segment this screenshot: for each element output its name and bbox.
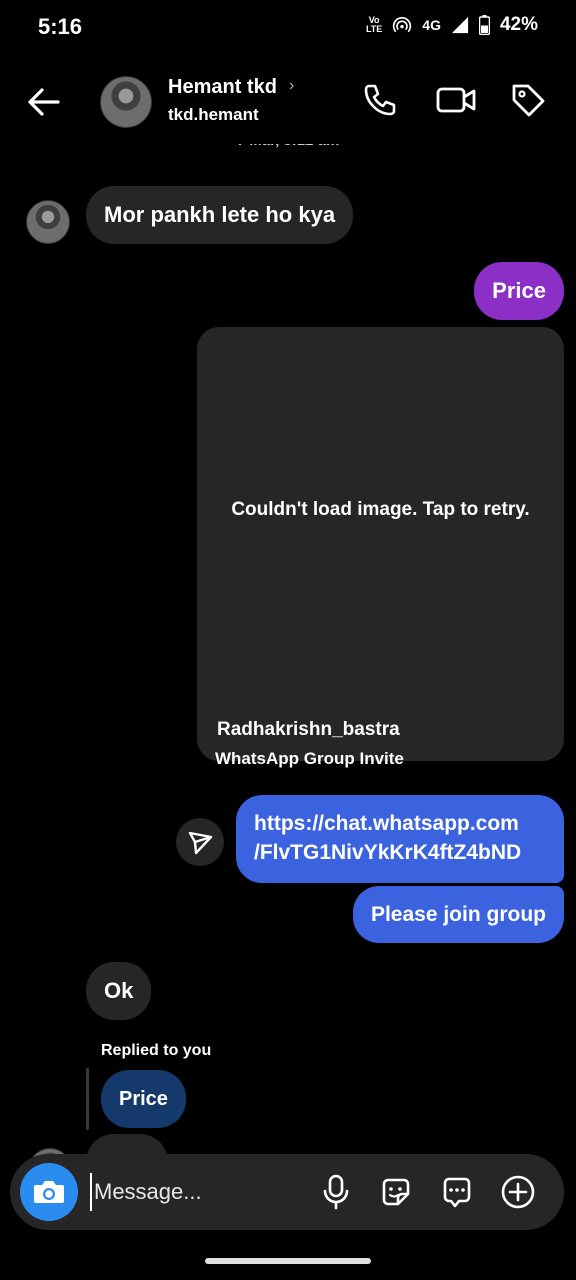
- outgoing-message[interactable]: Price: [474, 262, 564, 320]
- microphone-icon[interactable]: [320, 1174, 352, 1210]
- link-text-line[interactable]: /FlvTG1NivYkKrK4ftZ4bND: [254, 838, 564, 867]
- status-bar: 5:16 Vo LTE 4G 42%: [0, 0, 576, 56]
- link-preview-title: Radhakrishn_bastra: [217, 719, 400, 740]
- back-arrow-icon[interactable]: [24, 82, 64, 122]
- chevron-right-icon[interactable]: ›: [289, 77, 294, 95]
- status-icons: Vo LTE 4G 42%: [366, 14, 538, 36]
- link-preview-card[interactable]: Couldn't load image. Tap to retry. Radha…: [197, 327, 564, 768]
- contact-name[interactable]: Hemant tkd: [168, 76, 277, 99]
- status-time: 5:16: [38, 14, 83, 39]
- link-text-line[interactable]: https://chat.whatsapp.com: [254, 809, 564, 838]
- battery-icon: [478, 15, 490, 35]
- link-preview-subtitle: WhatsApp Group Invite: [215, 749, 404, 768]
- signal-icon: [451, 16, 469, 34]
- link-message[interactable]: https://chat.whatsapp.com /FlvTG1NivYkKr…: [236, 795, 564, 883]
- avatar[interactable]: [26, 200, 70, 244]
- message-composer: [10, 1154, 564, 1230]
- network-type: 4G: [422, 17, 441, 33]
- phone-icon[interactable]: [360, 80, 400, 120]
- video-camera-icon[interactable]: [435, 80, 477, 120]
- avatar[interactable]: [100, 76, 152, 128]
- volte-icon: Vo LTE: [365, 15, 383, 34]
- incoming-message[interactable]: Ok: [86, 962, 152, 1020]
- replied-label: Replied to you: [101, 1042, 212, 1059]
- incoming-message[interactable]: Mor pankh lete ho kya: [86, 186, 354, 244]
- camera-icon: [34, 1181, 64, 1203]
- contact-handle[interactable]: tkd.hemant: [168, 105, 259, 125]
- camera-button[interactable]: [20, 1163, 78, 1221]
- share-button[interactable]: [176, 818, 224, 866]
- image-error-text[interactable]: Couldn't load image. Tap to retry.: [197, 499, 564, 521]
- battery-percent: 42%: [499, 14, 538, 35]
- sticker-icon[interactable]: [378, 1174, 414, 1210]
- reply-divider: [86, 1068, 89, 1130]
- home-indicator[interactable]: [205, 1258, 371, 1264]
- chat-header: Hemant tkd › tkd.hemant: [0, 60, 576, 144]
- tag-icon[interactable]: [508, 80, 548, 120]
- replied-quote[interactable]: Price: [101, 1070, 186, 1128]
- chat-bubble-icon[interactable]: [439, 1174, 475, 1210]
- hotspot-icon: [393, 16, 412, 33]
- message-input[interactable]: [90, 1173, 290, 1211]
- outgoing-message[interactable]: Please join group: [352, 886, 564, 943]
- plus-icon[interactable]: [500, 1174, 536, 1210]
- send-icon: [188, 831, 213, 855]
